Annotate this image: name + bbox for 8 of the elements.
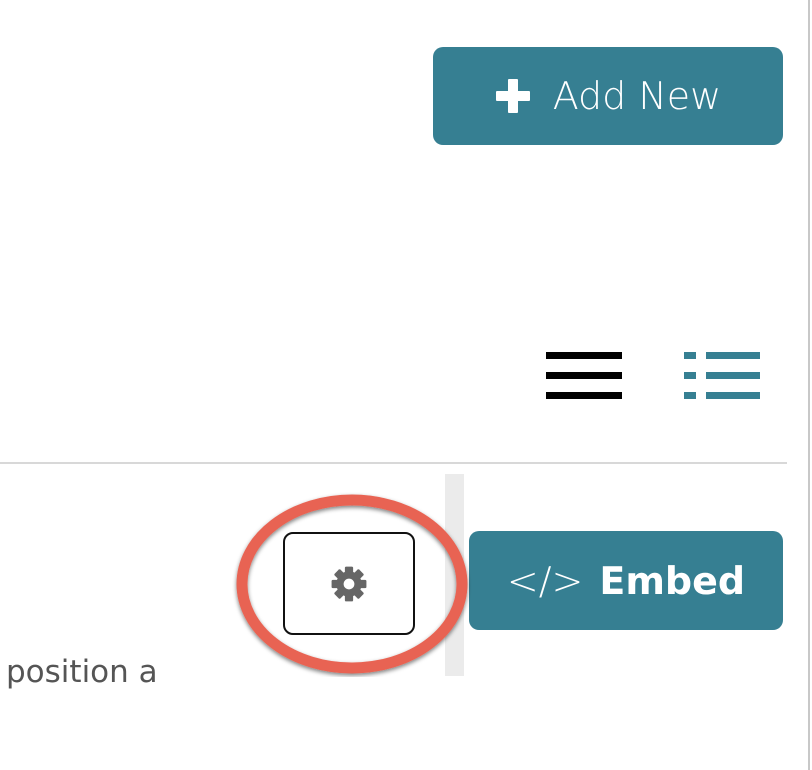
- compact-view-icon[interactable]: [546, 352, 622, 400]
- list-view-icon[interactable]: [684, 352, 760, 400]
- plus-icon: [494, 78, 531, 114]
- add-new-button[interactable]: Add New: [433, 47, 783, 145]
- item-description: position a: [6, 654, 158, 690]
- embed-button[interactable]: </> Embed: [469, 531, 783, 630]
- settings-icon: [330, 564, 368, 602]
- settings-button[interactable]: [283, 532, 415, 635]
